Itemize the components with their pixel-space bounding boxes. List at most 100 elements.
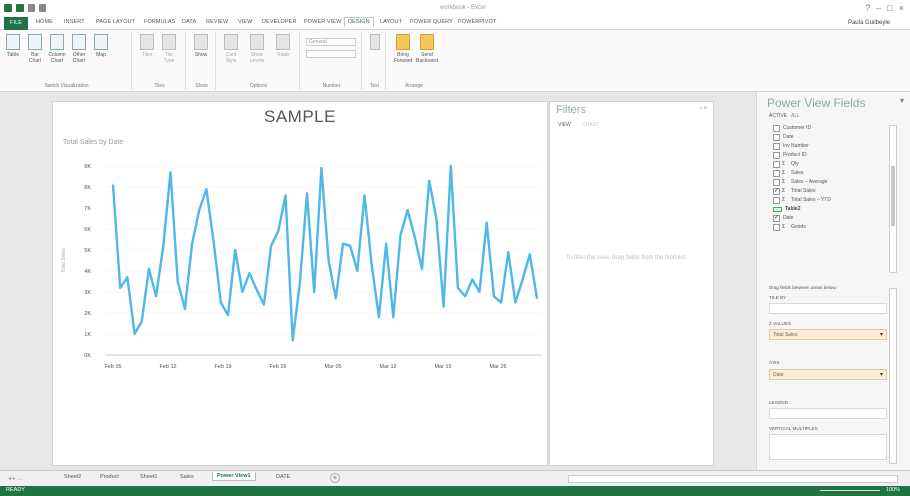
field-table[interactable]: Table2 bbox=[771, 205, 881, 214]
data-point bbox=[126, 276, 129, 279]
data-point bbox=[399, 234, 402, 237]
close-pane-icon[interactable]: ▾ bbox=[900, 96, 904, 105]
field-item[interactable]: Date bbox=[771, 214, 881, 223]
send-backward-button[interactable]: Send Backward bbox=[416, 34, 438, 64]
field-item[interactable]: Σ Sales – Average bbox=[771, 178, 881, 187]
tiles-button-label: Tiles bbox=[141, 52, 153, 58]
column-chart-button[interactable]: Column Chart bbox=[48, 34, 66, 64]
tab-power-query[interactable]: POWER QUERY bbox=[410, 19, 453, 25]
tab-page-layout[interactable]: PAGE LAYOUT bbox=[96, 19, 135, 25]
number-format-buttons[interactable] bbox=[306, 50, 356, 58]
tab-formulas[interactable]: FORMULAS bbox=[144, 19, 175, 25]
send-backward-button-label: Send Backward bbox=[416, 52, 438, 64]
tab-data[interactable]: DATA bbox=[182, 19, 196, 25]
tab-insert[interactable]: INSERT bbox=[64, 19, 85, 25]
drop-areas-scrollbar[interactable] bbox=[889, 288, 897, 464]
field-checkbox[interactable] bbox=[773, 224, 780, 231]
tab-developer[interactable]: DEVELOPER bbox=[262, 19, 297, 25]
table-button[interactable]: Table bbox=[4, 34, 22, 58]
card-style-button-label: Card Style bbox=[225, 52, 237, 64]
field-checkbox[interactable] bbox=[773, 187, 780, 196]
totals-button[interactable]: Totals bbox=[274, 34, 292, 58]
field-item[interactable]: Σ Sales bbox=[771, 169, 881, 178]
field-checkbox[interactable] bbox=[773, 161, 780, 168]
line-chart[interactable]: Total Sales 0K 1K 2K 3K 4K 5K 6K 7K 8K 9K Feb 05 Feb… bbox=[53, 102, 549, 467]
zoom-level[interactable]: 100% bbox=[886, 487, 900, 493]
dropdown-icon[interactable]: ▾ bbox=[880, 330, 883, 340]
sheet-tab-product[interactable]: Product bbox=[100, 474, 119, 480]
help-icon[interactable]: ? bbox=[865, 3, 870, 13]
table-icon bbox=[773, 207, 782, 212]
field-checkbox[interactable] bbox=[773, 134, 780, 141]
zone-tile-by[interactable] bbox=[769, 303, 887, 314]
data-point bbox=[219, 301, 222, 304]
sheet-nav-arrows[interactable]: ◂ ▸ … bbox=[8, 475, 23, 482]
sheet-tab-date[interactable]: DATE bbox=[276, 474, 290, 480]
filters-tab-chart[interactable]: CHART bbox=[582, 122, 599, 128]
tab-powerpivot[interactable]: POWERPIVOT bbox=[458, 19, 496, 25]
scrollbar-thumb[interactable] bbox=[891, 166, 895, 226]
field-item[interactable]: Inv Number bbox=[771, 142, 881, 151]
dropdown-icon[interactable]: ▾ bbox=[880, 370, 883, 380]
map-button[interactable]: Map bbox=[92, 34, 110, 58]
minimize-icon[interactable]: – bbox=[876, 3, 881, 13]
tab-power-view[interactable]: POWER VIEW bbox=[304, 19, 341, 25]
text-format-button[interactable] bbox=[366, 34, 384, 52]
tab-file[interactable]: FILE bbox=[4, 17, 28, 30]
user-name[interactable]: Paula Guilbeyle bbox=[848, 20, 890, 26]
show-button[interactable]: Show bbox=[192, 34, 210, 58]
zone-values-field[interactable]: Total Sales ▾ bbox=[769, 329, 887, 340]
zone-values-text: Total Sales bbox=[773, 332, 798, 338]
fields-tab-active[interactable]: ACTIVE bbox=[769, 113, 787, 119]
field-checkbox[interactable] bbox=[773, 214, 780, 223]
field-item[interactable]: Σ Total Sales – YTD bbox=[771, 196, 881, 205]
undo-icon[interactable] bbox=[28, 4, 35, 12]
tab-review[interactable]: REVIEW bbox=[206, 19, 228, 25]
field-checkbox[interactable] bbox=[773, 170, 780, 177]
horizontal-scrollbar[interactable] bbox=[568, 475, 898, 483]
field-checkbox[interactable] bbox=[773, 125, 780, 132]
fields-tab-all[interactable]: ALL bbox=[791, 113, 800, 119]
bar-chart-button[interactable]: Bar Chart bbox=[26, 34, 44, 64]
field-checkbox[interactable] bbox=[773, 179, 780, 186]
field-item[interactable]: Product ID bbox=[771, 151, 881, 160]
sheet-tab-sheet1[interactable]: Sheet1 bbox=[140, 474, 157, 480]
sheet-tab-power-view1[interactable]: Power View1 bbox=[212, 472, 256, 481]
field-list-scrollbar[interactable] bbox=[889, 125, 897, 273]
filters-tab-view[interactable]: VIEW bbox=[558, 122, 571, 128]
zoom-slider[interactable] bbox=[820, 490, 880, 491]
field-checkbox[interactable] bbox=[773, 152, 780, 159]
save-icon[interactable] bbox=[16, 4, 24, 12]
sheet-tab-sales[interactable]: Sales bbox=[180, 474, 194, 480]
card-style-button[interactable]: Card Style bbox=[222, 34, 240, 64]
tab-design[interactable]: DESIGN bbox=[344, 17, 374, 27]
tab-home[interactable]: HOME bbox=[36, 19, 53, 25]
number-format-select[interactable]: General bbox=[306, 38, 356, 46]
field-item[interactable]: Date bbox=[771, 133, 881, 142]
redo-icon[interactable] bbox=[39, 4, 46, 12]
field-item[interactable]: Σ Total Sales bbox=[771, 187, 881, 196]
field-item[interactable]: Σ Qty bbox=[771, 160, 881, 169]
maximize-icon[interactable]: □ bbox=[887, 3, 892, 13]
sheet-tab-sheet2[interactable]: Sheet2 bbox=[64, 474, 81, 480]
field-checkbox[interactable] bbox=[773, 143, 780, 150]
tiles-button[interactable]: Tiles bbox=[138, 34, 156, 58]
tab-layout[interactable]: LAYOUT bbox=[380, 19, 402, 25]
field-item[interactable]: Customer ID bbox=[771, 124, 881, 133]
report-canvas[interactable]: SAMPLE Total Sales by Date Total Sales 0K… bbox=[52, 101, 548, 466]
zone-axis-field[interactable]: Date ▾ bbox=[769, 369, 887, 380]
field-checkbox[interactable] bbox=[773, 197, 780, 204]
tab-view[interactable]: VIEW bbox=[238, 19, 252, 25]
other-chart-button[interactable]: Other Chart bbox=[70, 34, 88, 64]
window-title: workbook - Excel bbox=[440, 5, 486, 11]
zone-legend[interactable] bbox=[769, 408, 887, 419]
show-levels-button[interactable]: Show Levels bbox=[248, 34, 266, 64]
field-item[interactable]: Σ Goods bbox=[771, 223, 881, 232]
new-sheet-icon[interactable]: + bbox=[330, 473, 340, 483]
filters-controls[interactable]: ‹ × bbox=[700, 106, 707, 112]
close-icon[interactable]: × bbox=[899, 3, 904, 13]
zone-vertical-multiples[interactable] bbox=[769, 434, 887, 460]
data-point bbox=[184, 308, 186, 310]
bring-forward-button[interactable]: Bring Forward bbox=[392, 34, 414, 64]
tile-type-button[interactable]: Tile Type bbox=[160, 34, 178, 64]
